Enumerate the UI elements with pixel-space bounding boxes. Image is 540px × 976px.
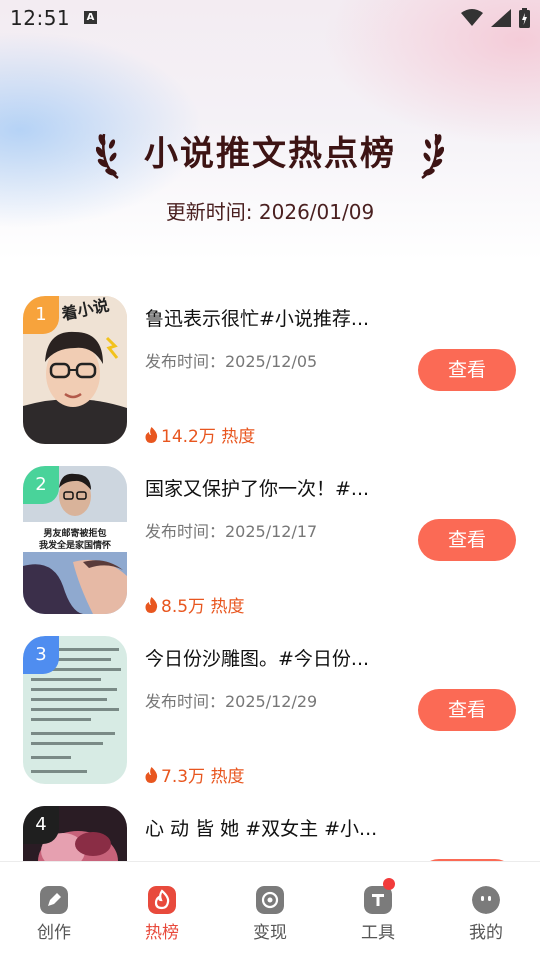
item-title[interactable]: 心 动 皆 她 #双女主 #小... <box>145 814 395 841</box>
rank-badge: 4 <box>23 806 59 844</box>
bottom-nav: 创作 热榜 变现 工具 我的 <box>0 861 540 961</box>
heat-indicator: 14.2万 热度 <box>145 422 255 447</box>
profile-icon <box>472 886 500 914</box>
rank-badge: 2 <box>23 466 59 504</box>
item-date: 发布时间：2025/12/29 <box>145 692 318 711</box>
thumbnail-caption: 我发全是家国情怀 <box>39 539 111 551</box>
signal-icon <box>491 9 511 27</box>
heat-value: 7.3万 热度 <box>161 767 245 787</box>
nav-label: 我的 <box>469 923 503 943</box>
status-icons <box>461 8 530 28</box>
item-date: 发布时间：2025/12/05 <box>145 352 318 371</box>
heat-value: 14.2万 热度 <box>161 427 256 447</box>
battery-icon <box>519 8 530 28</box>
item-thumbnail[interactable]: 3 <box>23 636 127 784</box>
list-item[interactable]: 男友邮寄被拒包 我发全是家国情怀 2 国家又保护了你一次！#... 发布时间：2… <box>0 466 540 636</box>
heat-indicator: 7.3万 热度 <box>145 762 244 787</box>
flame-icon <box>148 886 176 914</box>
view-button[interactable]: 查看 <box>418 519 516 561</box>
flame-icon <box>145 426 158 443</box>
nav-item-create[interactable]: 创作 <box>0 862 108 961</box>
update-time: 更新时间: 2026/01/09 <box>165 200 375 224</box>
laurel-right-icon <box>421 133 444 180</box>
nav-label: 工具 <box>361 923 395 943</box>
nav-item-hot[interactable]: 热榜 <box>108 862 216 961</box>
item-title[interactable]: 鲁迅表示很忙#小说推荐... <box>145 304 395 331</box>
status-time: 12:51 <box>10 6 71 30</box>
heat-indicator: 8.5万 热度 <box>145 592 244 617</box>
flame-icon <box>145 596 158 613</box>
nav-label: 热榜 <box>145 923 179 943</box>
thumbnail-caption: 男友邮寄被拒包 <box>43 527 106 539</box>
rank-badge: 1 <box>23 296 59 334</box>
notification-badge <box>383 878 395 890</box>
page-title: 小说推文热点榜 <box>144 134 396 174</box>
nav-label: 变现 <box>253 923 287 943</box>
item-thumbnail[interactable]: 着小说 1 <box>23 296 127 444</box>
view-button[interactable]: 查看 <box>418 349 516 391</box>
view-button[interactable]: 查看 <box>418 689 516 731</box>
nav-item-monetize[interactable]: 变现 <box>216 862 324 961</box>
list-item[interactable]: 着小说 1 鲁迅表示很忙#小说推荐... 发布时间：2025/12/05 查看 … <box>0 296 540 466</box>
list-item[interactable]: 3 今日份沙雕图。#今日份... 发布时间：2025/12/29 查看 7.3万… <box>0 636 540 806</box>
nav-item-tools[interactable]: 工具 <box>324 862 432 961</box>
pen-icon <box>40 886 68 914</box>
toolbox-icon <box>364 886 392 914</box>
item-thumbnail[interactable]: 男友邮寄被拒包 我发全是家国情怀 2 <box>23 466 127 614</box>
coin-icon <box>256 886 284 914</box>
wifi-icon <box>461 9 483 26</box>
page-title-wrap: 小说推文热点榜 <box>0 126 540 182</box>
status-bar: 12:51 A <box>0 0 540 36</box>
item-date: 发布时间：2025/12/17 <box>145 522 318 541</box>
heat-value: 8.5万 热度 <box>161 597 245 617</box>
nav-label: 创作 <box>37 923 71 943</box>
rank-badge: 3 <box>23 636 59 674</box>
accessibility-icon: A <box>84 11 97 24</box>
item-title[interactable]: 今日份沙雕图。#今日份... <box>145 644 395 671</box>
nav-item-profile[interactable]: 我的 <box>432 862 540 961</box>
flame-icon <box>145 766 158 783</box>
item-title[interactable]: 国家又保护了你一次！#... <box>145 474 395 501</box>
